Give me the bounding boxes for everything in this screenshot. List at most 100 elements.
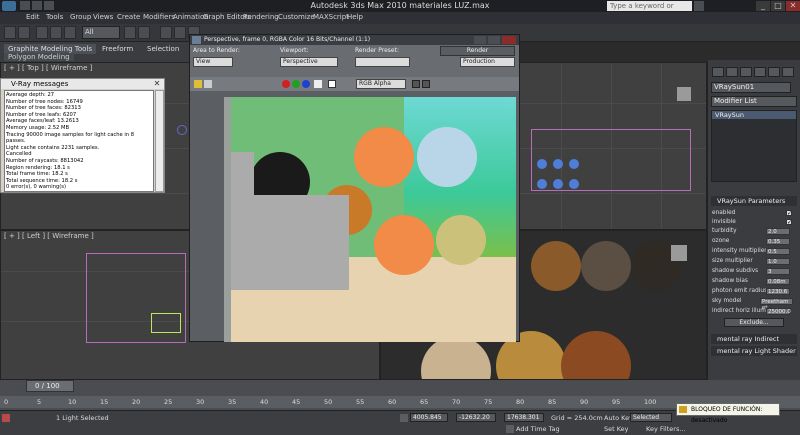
area-to-render-dropdown[interactable]: View xyxy=(193,57,233,67)
set-key-button[interactable]: Set Key xyxy=(604,425,629,433)
save-image-icon[interactable] xyxy=(194,80,202,88)
menu-maxscript[interactable]: MAXScript xyxy=(313,13,349,21)
search-input[interactable]: Type a keyword or phrase xyxy=(607,1,692,20)
color-swatch[interactable] xyxy=(328,80,336,88)
menu-edit[interactable]: Edit xyxy=(26,13,40,21)
sphere-marker xyxy=(569,179,579,189)
selected-dropdown[interactable]: Selected xyxy=(630,413,672,422)
object-name-field[interactable]: VRaySun01 xyxy=(711,82,791,93)
render-mode-dropdown[interactable]: Production xyxy=(460,57,515,67)
z-coordinate[interactable]: 17638.301 xyxy=(504,413,544,422)
rotate-icon[interactable] xyxy=(174,26,186,39)
minimize-button[interactable]: _ xyxy=(756,1,770,11)
key-filters-button[interactable]: Key Filters... xyxy=(646,425,686,433)
undo-button[interactable] xyxy=(4,26,16,39)
utilities-tab[interactable] xyxy=(782,67,794,77)
param-photon-radius-value[interactable]: 1230.6 xyxy=(766,288,790,295)
param-shadow-bias-value[interactable]: 0.08m xyxy=(766,278,790,285)
minimize-icon[interactable] xyxy=(474,36,486,44)
render-button[interactable]: Render xyxy=(440,46,515,56)
link-icon[interactable] xyxy=(36,26,48,39)
create-tab[interactable] xyxy=(712,67,724,77)
exclude-button[interactable]: Exclude... xyxy=(724,318,784,327)
mono-icon[interactable] xyxy=(422,80,430,88)
y-coordinate[interactable]: -12632.20 xyxy=(456,413,496,422)
param-ozone-value[interactable]: 0.35 xyxy=(766,238,790,245)
quick-access-icon[interactable] xyxy=(20,1,30,10)
blue-channel-icon[interactable] xyxy=(302,80,310,88)
param-shadow-subdivs-value[interactable]: 3 xyxy=(766,268,790,275)
time-slider[interactable]: 0 / 100 xyxy=(26,380,74,392)
sphere-marker xyxy=(537,159,547,169)
auto-key-button[interactable]: Auto Key xyxy=(604,414,633,422)
modifier-stack[interactable]: VRaySun xyxy=(711,110,797,182)
modify-tab[interactable] xyxy=(726,67,738,77)
modifier-stack-item[interactable]: VRaySun xyxy=(712,111,796,119)
channel-dropdown[interactable]: RGB Alpha xyxy=(356,79,406,89)
indirect-illumination-rollout[interactable]: mental ray Indirect Illumination xyxy=(711,334,797,353)
window-icon xyxy=(192,36,201,44)
maxscript-listener-icon[interactable] xyxy=(2,414,10,422)
polygon-modeling-panel[interactable]: Polygon Modeling xyxy=(4,53,74,61)
maximize-button[interactable]: □ xyxy=(771,1,785,11)
render-preset-dropdown[interactable] xyxy=(355,57,410,67)
motion-tab[interactable] xyxy=(754,67,766,77)
selection-filter-dropdown[interactable]: All xyxy=(82,26,120,39)
green-channel-icon[interactable] xyxy=(292,80,300,88)
menu-create[interactable]: Create xyxy=(117,13,140,21)
light-gizmo xyxy=(151,313,181,333)
search-icon[interactable] xyxy=(694,1,704,11)
bind-icon[interactable] xyxy=(64,26,76,39)
command-panel: VRaySun01 Modifier List VRaySun VRaySun … xyxy=(707,60,800,380)
close-button[interactable]: ✕ xyxy=(786,1,800,11)
lock-selection-icon[interactable] xyxy=(400,414,408,422)
menu-modifiers[interactable]: Modifiers xyxy=(143,13,175,21)
copy-image-icon[interactable] xyxy=(204,80,212,88)
param-turbidity-value[interactable]: 2.0 xyxy=(766,228,790,235)
viewport-label-top[interactable]: [ + ] [ Top ] [ Wireframe ] xyxy=(4,64,92,72)
param-invisible-checkbox[interactable]: ✓ xyxy=(786,219,792,226)
param-size-value[interactable]: 1.0 xyxy=(766,258,790,265)
move-icon[interactable] xyxy=(160,26,172,39)
close-icon[interactable] xyxy=(502,36,516,44)
add-time-tag-button[interactable]: Add Time Tag xyxy=(516,425,560,433)
menu-help[interactable]: Help xyxy=(347,13,363,21)
red-channel-icon[interactable] xyxy=(282,80,290,88)
menu-group[interactable]: Group xyxy=(70,13,91,21)
display-icon[interactable] xyxy=(412,80,420,88)
tab-selection[interactable]: Selection xyxy=(143,44,183,54)
param-intensity-value[interactable]: 0.5 xyxy=(766,248,790,255)
vray-log: Average depth: 27 Number of tree nodes: … xyxy=(4,90,154,192)
alpha-channel-icon[interactable] xyxy=(314,80,322,88)
render-image[interactable] xyxy=(224,97,516,342)
maximize-icon[interactable] xyxy=(488,36,500,44)
modifier-list-dropdown[interactable]: Modifier List xyxy=(711,96,797,107)
redo-button[interactable] xyxy=(18,26,30,39)
select-object-icon[interactable] xyxy=(124,26,136,39)
display-tab[interactable] xyxy=(768,67,780,77)
menu-tools[interactable]: Tools xyxy=(46,13,63,21)
unlink-icon[interactable] xyxy=(50,26,62,39)
menu-customize[interactable]: Customize xyxy=(278,13,315,21)
hierarchy-tab[interactable] xyxy=(740,67,752,77)
app-logo-icon[interactable] xyxy=(2,1,16,11)
viewport-dropdown[interactable]: Perspective xyxy=(280,57,338,67)
close-icon[interactable]: ✕ xyxy=(151,79,163,89)
tick-label: 0 xyxy=(4,398,9,406)
menu-views[interactable]: Views xyxy=(93,13,113,21)
save-icon[interactable] xyxy=(32,1,42,10)
menu-rendering[interactable]: Rendering xyxy=(243,13,279,21)
viewport-label-left[interactable]: [ + ] [ Left ] [ Wireframe ] xyxy=(4,232,94,240)
undo-icon[interactable] xyxy=(44,1,54,10)
scrollbar[interactable] xyxy=(155,90,164,192)
tab-freeform[interactable]: Freeform xyxy=(98,44,137,54)
param-horiz-illum-value[interactable]: 25000.0 xyxy=(766,308,791,315)
light-shader-rollout[interactable]: mental ray Light Shader xyxy=(711,346,797,356)
select-by-name-icon[interactable] xyxy=(138,26,150,39)
time-tag-icon[interactable] xyxy=(506,425,514,433)
sky-model-dropdown[interactable]: Preetham et xyxy=(760,298,793,311)
vraysun-parameters-rollout[interactable]: VRaySun Parameters xyxy=(711,196,797,206)
tick-label: 65 xyxy=(420,398,429,406)
x-coordinate[interactable]: 4005.845 xyxy=(410,413,448,422)
param-enabled-checkbox[interactable]: ✓ xyxy=(786,210,792,217)
